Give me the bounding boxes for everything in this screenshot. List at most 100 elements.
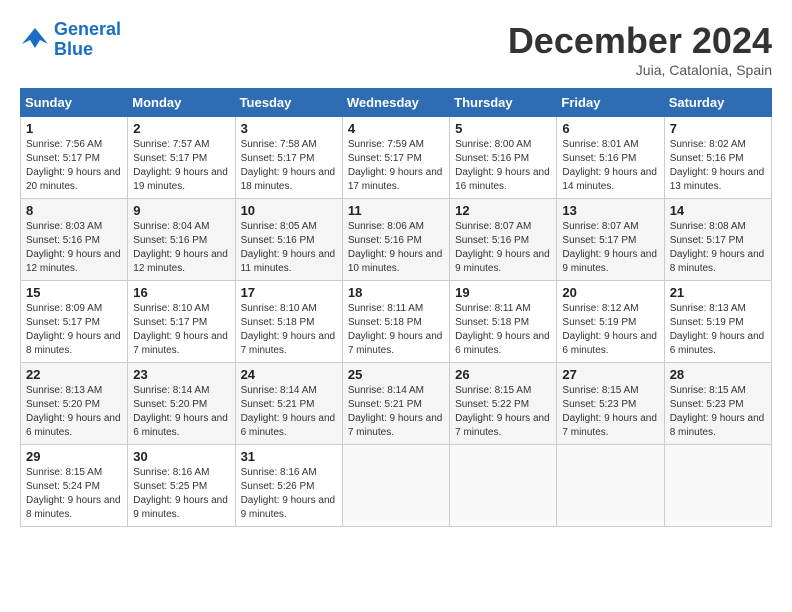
calendar-cell: 6 Sunrise: 8:01 AM Sunset: 5:16 PM Dayli… (557, 117, 664, 199)
calendar-cell: 21 Sunrise: 8:13 AM Sunset: 5:19 PM Dayl… (664, 281, 771, 363)
calendar-cell: 5 Sunrise: 8:00 AM Sunset: 5:16 PM Dayli… (450, 117, 557, 199)
day-info: Sunrise: 8:14 AM Sunset: 5:21 PM Dayligh… (348, 384, 444, 440)
calendar-cell: 8 Sunrise: 8:03 AM Sunset: 5:16 PM Dayli… (21, 199, 128, 281)
day-info: Sunrise: 8:15 AM Sunset: 5:23 PM Dayligh… (670, 384, 766, 440)
calendar-cell: 4 Sunrise: 7:59 AM Sunset: 5:17 PM Dayli… (342, 117, 449, 199)
calendar-cell: 19 Sunrise: 8:11 AM Sunset: 5:18 PM Dayl… (450, 281, 557, 363)
calendar-cell: 27 Sunrise: 8:15 AM Sunset: 5:23 PM Dayl… (557, 363, 664, 445)
weekday-header: Tuesday (235, 89, 342, 117)
calendar-cell (557, 445, 664, 527)
day-number: 24 (241, 367, 337, 382)
day-number: 28 (670, 367, 766, 382)
day-info: Sunrise: 8:07 AM Sunset: 5:17 PM Dayligh… (562, 220, 658, 276)
calendar-cell: 3 Sunrise: 7:58 AM Sunset: 5:17 PM Dayli… (235, 117, 342, 199)
day-number: 23 (133, 367, 229, 382)
calendar-cell: 29 Sunrise: 8:15 AM Sunset: 5:24 PM Dayl… (21, 445, 128, 527)
weekday-header: Saturday (664, 89, 771, 117)
day-number: 30 (133, 449, 229, 464)
calendar-cell: 31 Sunrise: 8:16 AM Sunset: 5:26 PM Dayl… (235, 445, 342, 527)
day-info: Sunrise: 8:06 AM Sunset: 5:16 PM Dayligh… (348, 220, 444, 276)
day-info: Sunrise: 8:10 AM Sunset: 5:17 PM Dayligh… (133, 302, 229, 358)
day-number: 3 (241, 121, 337, 136)
calendar-cell: 18 Sunrise: 8:11 AM Sunset: 5:18 PM Dayl… (342, 281, 449, 363)
day-number: 7 (670, 121, 766, 136)
calendar-header-row: SundayMondayTuesdayWednesdayThursdayFrid… (21, 89, 772, 117)
day-number: 14 (670, 203, 766, 218)
day-number: 17 (241, 285, 337, 300)
day-number: 25 (348, 367, 444, 382)
day-number: 31 (241, 449, 337, 464)
calendar-cell: 15 Sunrise: 8:09 AM Sunset: 5:17 PM Dayl… (21, 281, 128, 363)
calendar-cell (450, 445, 557, 527)
day-number: 20 (562, 285, 658, 300)
calendar-cell: 9 Sunrise: 8:04 AM Sunset: 5:16 PM Dayli… (128, 199, 235, 281)
day-info: Sunrise: 7:59 AM Sunset: 5:17 PM Dayligh… (348, 138, 444, 194)
day-number: 19 (455, 285, 551, 300)
day-info: Sunrise: 8:15 AM Sunset: 5:23 PM Dayligh… (562, 384, 658, 440)
calendar-cell: 1 Sunrise: 7:56 AM Sunset: 5:17 PM Dayli… (21, 117, 128, 199)
logo: General Blue (20, 20, 121, 60)
day-info: Sunrise: 8:04 AM Sunset: 5:16 PM Dayligh… (133, 220, 229, 276)
day-number: 12 (455, 203, 551, 218)
title-block: December 2024 Juia, Catalonia, Spain (508, 20, 772, 78)
day-info: Sunrise: 8:10 AM Sunset: 5:18 PM Dayligh… (241, 302, 337, 358)
day-info: Sunrise: 8:15 AM Sunset: 5:22 PM Dayligh… (455, 384, 551, 440)
page-header: General Blue December 2024 Juia, Catalon… (20, 20, 772, 78)
day-info: Sunrise: 8:03 AM Sunset: 5:16 PM Dayligh… (26, 220, 122, 276)
calendar-cell: 16 Sunrise: 8:10 AM Sunset: 5:17 PM Dayl… (128, 281, 235, 363)
day-number: 9 (133, 203, 229, 218)
day-info: Sunrise: 8:01 AM Sunset: 5:16 PM Dayligh… (562, 138, 658, 194)
day-info: Sunrise: 8:13 AM Sunset: 5:20 PM Dayligh… (26, 384, 122, 440)
day-info: Sunrise: 7:57 AM Sunset: 5:17 PM Dayligh… (133, 138, 229, 194)
day-number: 29 (26, 449, 122, 464)
location: Juia, Catalonia, Spain (508, 62, 772, 78)
calendar-cell: 14 Sunrise: 8:08 AM Sunset: 5:17 PM Dayl… (664, 199, 771, 281)
weekday-header: Thursday (450, 89, 557, 117)
calendar-cell: 20 Sunrise: 8:12 AM Sunset: 5:19 PM Dayl… (557, 281, 664, 363)
calendar-cell: 10 Sunrise: 8:05 AM Sunset: 5:16 PM Dayl… (235, 199, 342, 281)
calendar-cell: 13 Sunrise: 8:07 AM Sunset: 5:17 PM Dayl… (557, 199, 664, 281)
calendar-cell (664, 445, 771, 527)
day-info: Sunrise: 7:56 AM Sunset: 5:17 PM Dayligh… (26, 138, 122, 194)
day-number: 4 (348, 121, 444, 136)
day-number: 2 (133, 121, 229, 136)
day-number: 27 (562, 367, 658, 382)
day-number: 5 (455, 121, 551, 136)
day-number: 1 (26, 121, 122, 136)
weekday-header: Sunday (21, 89, 128, 117)
weekday-header: Monday (128, 89, 235, 117)
weekday-header: Friday (557, 89, 664, 117)
day-info: Sunrise: 8:07 AM Sunset: 5:16 PM Dayligh… (455, 220, 551, 276)
day-number: 21 (670, 285, 766, 300)
calendar-cell: 12 Sunrise: 8:07 AM Sunset: 5:16 PM Dayl… (450, 199, 557, 281)
day-info: Sunrise: 8:14 AM Sunset: 5:20 PM Dayligh… (133, 384, 229, 440)
day-number: 6 (562, 121, 658, 136)
calendar-cell: 26 Sunrise: 8:15 AM Sunset: 5:22 PM Dayl… (450, 363, 557, 445)
day-number: 13 (562, 203, 658, 218)
day-info: Sunrise: 8:12 AM Sunset: 5:19 PM Dayligh… (562, 302, 658, 358)
day-info: Sunrise: 8:09 AM Sunset: 5:17 PM Dayligh… (26, 302, 122, 358)
day-info: Sunrise: 8:02 AM Sunset: 5:16 PM Dayligh… (670, 138, 766, 194)
logo-icon (20, 26, 50, 54)
day-info: Sunrise: 8:16 AM Sunset: 5:26 PM Dayligh… (241, 466, 337, 522)
day-info: Sunrise: 8:15 AM Sunset: 5:24 PM Dayligh… (26, 466, 122, 522)
day-number: 16 (133, 285, 229, 300)
day-info: Sunrise: 8:13 AM Sunset: 5:19 PM Dayligh… (670, 302, 766, 358)
day-number: 22 (26, 367, 122, 382)
calendar-cell: 17 Sunrise: 8:10 AM Sunset: 5:18 PM Dayl… (235, 281, 342, 363)
day-number: 11 (348, 203, 444, 218)
day-number: 15 (26, 285, 122, 300)
calendar-cell: 2 Sunrise: 7:57 AM Sunset: 5:17 PM Dayli… (128, 117, 235, 199)
calendar-cell: 22 Sunrise: 8:13 AM Sunset: 5:20 PM Dayl… (21, 363, 128, 445)
day-info: Sunrise: 8:16 AM Sunset: 5:25 PM Dayligh… (133, 466, 229, 522)
calendar-cell: 23 Sunrise: 8:14 AM Sunset: 5:20 PM Dayl… (128, 363, 235, 445)
calendar-cell: 11 Sunrise: 8:06 AM Sunset: 5:16 PM Dayl… (342, 199, 449, 281)
day-info: Sunrise: 7:58 AM Sunset: 5:17 PM Dayligh… (241, 138, 337, 194)
day-info: Sunrise: 8:00 AM Sunset: 5:16 PM Dayligh… (455, 138, 551, 194)
day-info: Sunrise: 8:11 AM Sunset: 5:18 PM Dayligh… (348, 302, 444, 358)
calendar-cell: 30 Sunrise: 8:16 AM Sunset: 5:25 PM Dayl… (128, 445, 235, 527)
day-number: 26 (455, 367, 551, 382)
day-info: Sunrise: 8:08 AM Sunset: 5:17 PM Dayligh… (670, 220, 766, 276)
day-number: 10 (241, 203, 337, 218)
calendar-cell (342, 445, 449, 527)
